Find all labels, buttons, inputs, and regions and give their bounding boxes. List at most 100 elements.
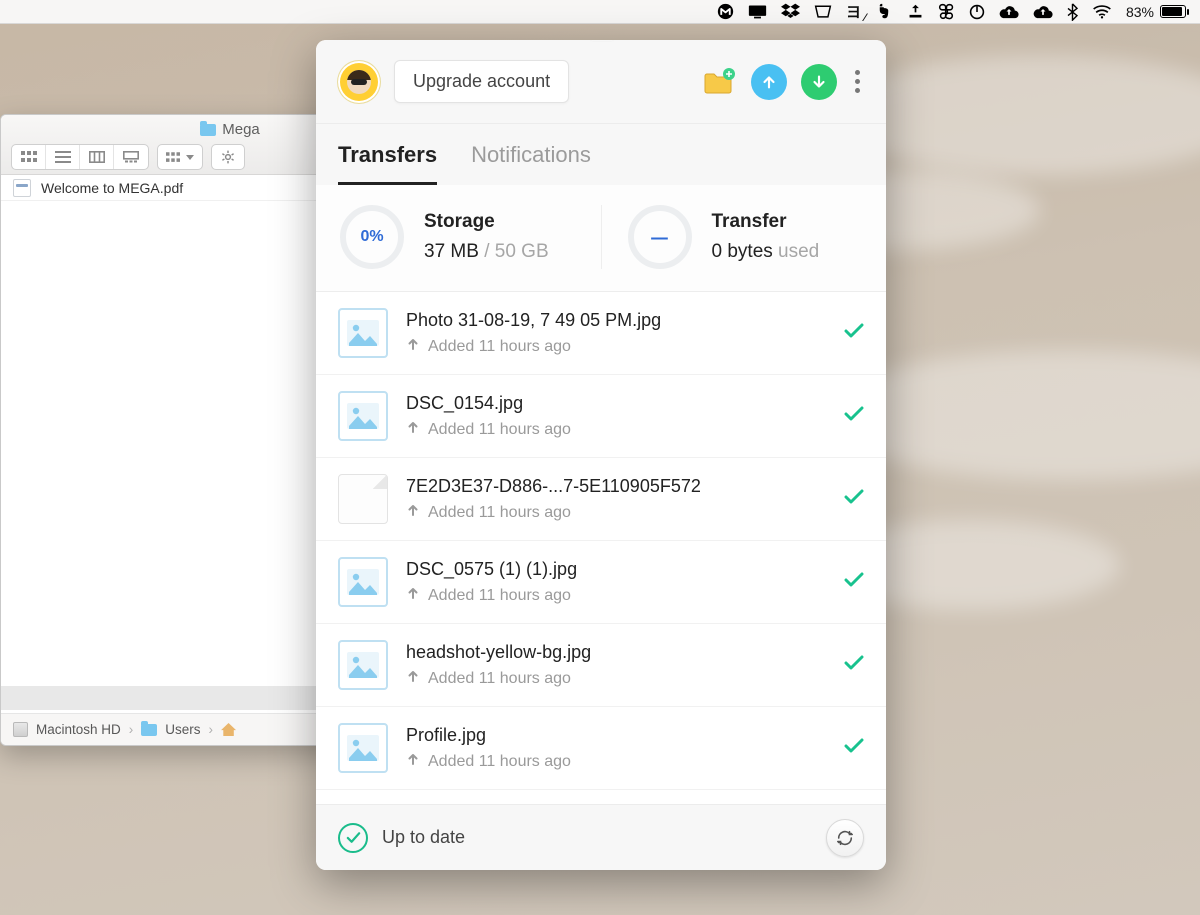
stats-divider [601,205,602,269]
transfer-meta: DSC_0154.jpg Added 11 hours ago [406,393,826,439]
transfer-file-name: 7E2D3E37-D886-...7-5E110905F572 [406,476,826,497]
text-tool-icon[interactable]: ヨ⁄ [846,1,861,22]
transfer-row[interactable]: 7E2D3E37-D886-...7-5E110905F572 Added 11 … [316,458,886,541]
power-icon[interactable] [969,4,985,20]
transfer-label: Transfer [712,211,820,233]
transfer-file-name: headshot-yellow-bg.jpg [406,642,826,663]
mega-menubar-icon[interactable] [717,3,734,20]
transfer-row[interactable]: DSC_0154.jpg Added 11 hours ago [316,375,886,458]
cloud-upload-icon-2[interactable] [1033,4,1053,19]
mega-dropdown-panel: Upgrade account Transfers Notifications … [316,40,886,870]
transfer-subtext: Added 11 hours ago [406,669,826,688]
upload-direction-icon [406,752,420,771]
storage-used: 37 MB [424,241,479,262]
transfer-meta: Profile.jpg Added 11 hours ago [406,725,826,771]
sync-now-button[interactable] [826,819,864,857]
transfer-row[interactable]: Profile.jpg Added 11 hours ago [316,707,886,790]
add-folder-button[interactable] [701,64,737,100]
tab-transfers[interactable]: Transfers [338,142,437,185]
tab-notifications[interactable]: Notifications [471,142,591,185]
status-ok-icon [338,823,368,853]
view-columns-button[interactable] [80,145,114,169]
transfer-complete-icon [844,488,864,511]
transfer-file-name: DSC_0575 (1) (1).jpg [406,559,826,580]
view-mode-group [11,144,149,170]
transfer-row[interactable]: headshot-yellow-bg.jpg Added 11 hours ago [316,624,886,707]
home-icon [221,723,236,736]
chevron-right-icon: › [209,722,214,737]
chevron-right-icon: › [129,722,134,737]
display-icon[interactable] [748,4,767,19]
image-thumb-icon [338,640,388,690]
transfers-list[interactable]: Photo 31-08-19, 7 49 05 PM.jpg Added 11 h… [316,292,886,804]
transfer-file-name: Photo 31-08-19, 7 49 05 PM.jpg [406,310,826,331]
transfer-meta: headshot-yellow-bg.jpg Added 11 hours ago [406,642,826,688]
transfer-file-name: Profile.jpg [406,725,826,746]
cloud-upload-icon-1[interactable] [999,4,1019,19]
finder-window-title: Mega [222,121,260,138]
upload-button[interactable] [751,64,787,100]
mega-stats: 0% Storage 37 MB / 50 GB – Transfer 0 by… [316,185,886,292]
upload-direction-icon [406,420,420,439]
folder-icon [200,124,216,136]
user-avatar[interactable] [338,61,380,103]
transfer-suffix: used [773,241,819,262]
battery-indicator[interactable]: 83% [1126,4,1186,20]
battery-percentage: 83% [1126,4,1154,20]
disk-icon [13,722,28,737]
breadcrumb-segment[interactable]: Macintosh HD [36,722,121,737]
transfer-subtext: Added 11 hours ago [406,752,826,771]
wifi-icon[interactable] [1092,4,1112,19]
dropbox-icon[interactable] [781,3,800,20]
shield-icon[interactable] [814,4,832,20]
transfer-complete-icon [844,405,864,428]
macos-menubar: ヨ⁄ 83% [0,0,1200,24]
transfer-file-name: DSC_0154.jpg [406,393,826,414]
image-thumb-icon [338,308,388,358]
image-thumb-icon [338,557,388,607]
image-thumb-icon [338,391,388,441]
transfer-meta: 7E2D3E37-D886-...7-5E110905F572 Added 11 … [406,476,826,522]
view-icons-button[interactable] [12,145,46,169]
action-menu-button[interactable] [211,144,245,170]
transfer-meta: Photo 31-08-19, 7 49 05 PM.jpg Added 11 h… [406,310,826,356]
transfer-subtext: Added 11 hours ago [406,420,826,439]
upload-direction-icon [406,503,420,522]
upload-tray-icon[interactable] [907,3,924,20]
transfer-row[interactable]: DSC_0575 (1) (1).jpg Added 11 hours ago [316,541,886,624]
upload-direction-icon [406,337,420,356]
transfer-stat: – Transfer 0 bytes used [628,205,863,269]
more-menu-button[interactable] [851,70,864,93]
upgrade-account-button[interactable]: Upgrade account [394,60,569,103]
transfer-row[interactable]: Photo 31-08-19, 7 49 05 PM.jpg Added 11 h… [316,292,886,375]
battery-icon [1160,5,1186,18]
file-thumb-icon [338,474,388,524]
group-by-button[interactable] [157,144,203,170]
folder-icon [141,724,157,736]
command-icon[interactable] [938,3,955,20]
transfer-subtext: Added 11 hours ago [406,337,826,356]
view-gallery-button[interactable] [114,145,148,169]
storage-label: Storage [424,211,549,233]
transfer-meta: DSC_0575 (1) (1).jpg Added 11 hours ago [406,559,826,605]
download-button[interactable] [801,64,837,100]
storage-sep: / [479,241,495,262]
mega-tabs: Transfers Notifications [316,124,886,185]
view-list-button[interactable] [46,145,80,169]
evernote-icon[interactable] [875,3,893,20]
transfer-subtext: Added 11 hours ago [406,586,826,605]
upload-direction-icon [406,669,420,688]
transfer-subtext: Added 11 hours ago [406,503,826,522]
transfer-complete-icon [844,654,864,677]
pdf-file-icon [13,179,31,197]
upload-direction-icon [406,586,420,605]
storage-total: 50 GB [495,241,549,262]
mega-footer: Up to date [316,804,886,870]
transfer-complete-icon [844,322,864,345]
transfer-complete-icon [844,737,864,760]
bluetooth-icon[interactable] [1067,3,1078,21]
breadcrumb-segment[interactable]: Users [165,722,200,737]
status-text: Up to date [382,827,465,848]
image-thumb-icon [338,723,388,773]
transfer-ring: – [628,205,692,269]
